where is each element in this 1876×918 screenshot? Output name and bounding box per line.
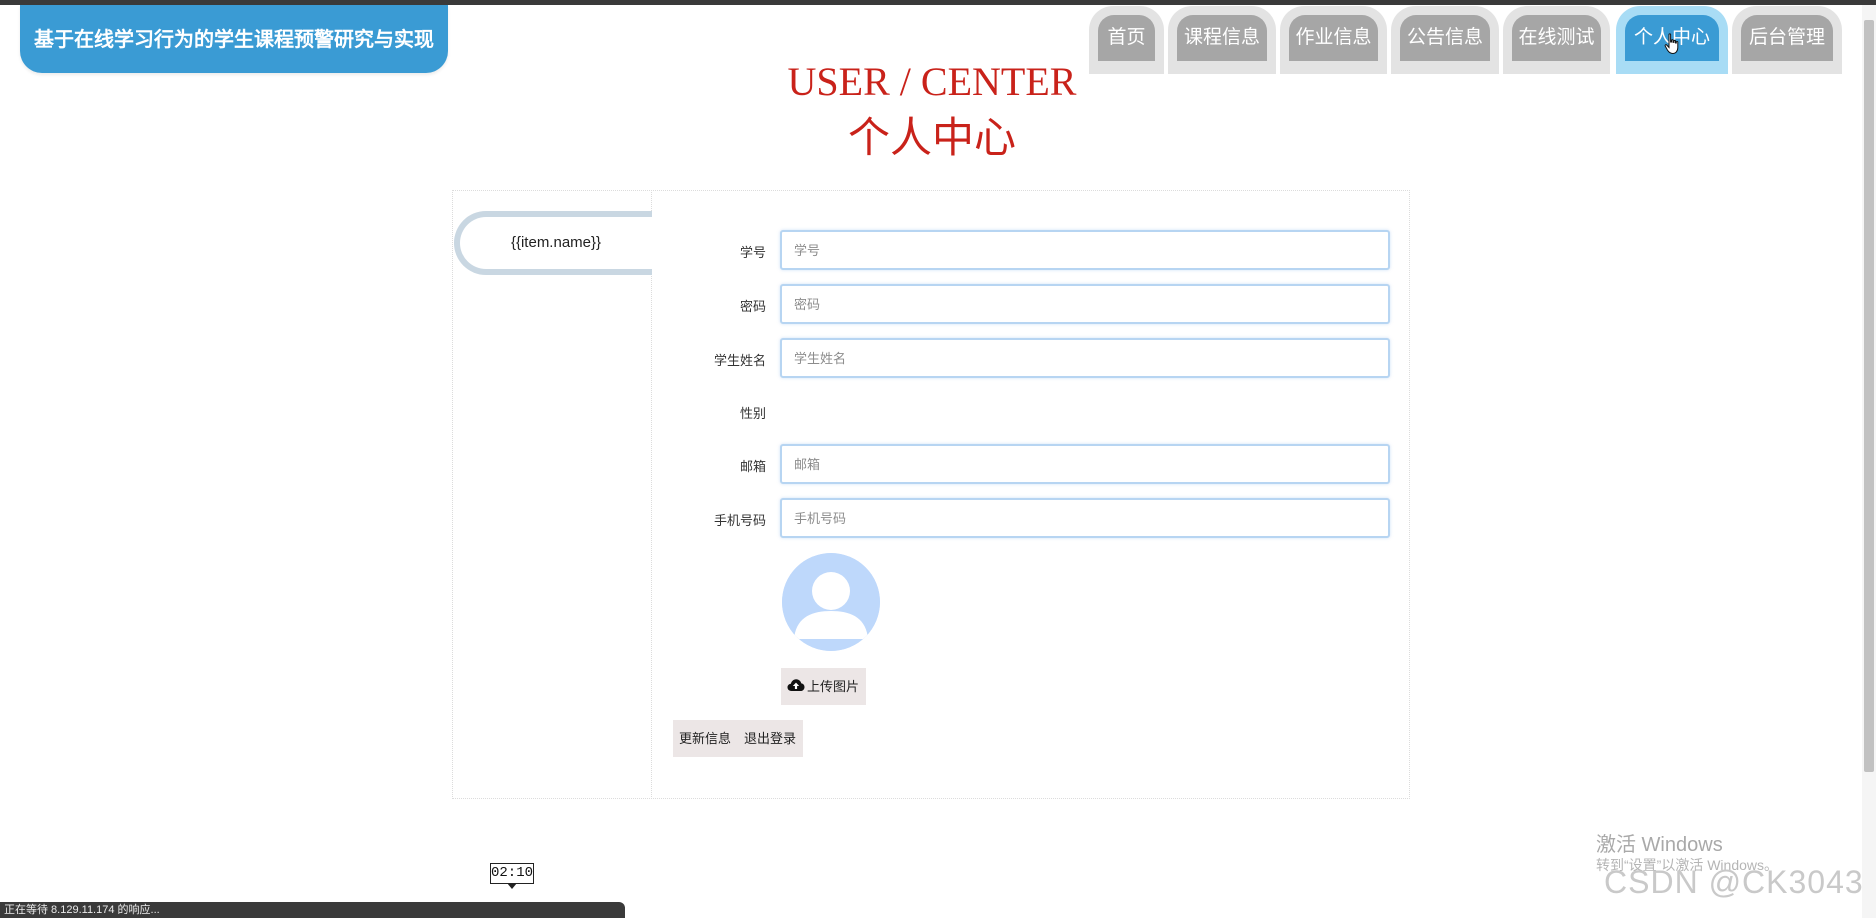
phone-input[interactable] xyxy=(780,498,1390,538)
student-id-label: 学号 xyxy=(739,245,766,260)
sidebar-item[interactable]: {{item.name}} xyxy=(454,211,652,275)
cloud-upload-icon xyxy=(787,669,805,706)
nav-tab-label: 后台管理 xyxy=(1741,15,1833,61)
nav-tab-label: 课程信息 xyxy=(1177,15,1267,61)
nav-tab-label: 作业信息 xyxy=(1289,15,1378,61)
logout-button[interactable]: 退出登录 xyxy=(744,720,796,757)
upload-image-button[interactable]: 上传图片 xyxy=(781,668,866,705)
update-info-button[interactable]: 更新信息 xyxy=(679,720,731,757)
timer-badge: 02:10 xyxy=(490,863,534,884)
email-input[interactable] xyxy=(780,444,1390,484)
nav-tab-label: 首页 xyxy=(1098,15,1155,61)
scrollbar-thumb[interactable] xyxy=(1864,20,1874,772)
user-silhouette-icon xyxy=(782,553,880,651)
password-label: 密码 xyxy=(739,299,766,314)
student-name-input[interactable] xyxy=(780,338,1390,378)
form-actions: 更新信息 退出登录 xyxy=(673,720,803,757)
csdn-watermark: CSDN @CK3043 xyxy=(1604,864,1864,900)
windows-activation-title: 激活 Windows xyxy=(1596,834,1723,856)
avatar xyxy=(782,553,880,651)
browser-status-bar: 正在等待 8.129.11.174 的响应... xyxy=(0,902,625,918)
page-title-en: USER / CENTER xyxy=(787,59,1077,104)
email-label: 邮箱 xyxy=(739,459,766,474)
upload-label: 上传图片 xyxy=(807,679,860,694)
timer-tail xyxy=(507,883,517,889)
content-panel xyxy=(452,190,1410,799)
hand-pointer-icon xyxy=(1664,33,1680,60)
nav-tab-label: 公告信息 xyxy=(1400,15,1490,61)
student-id-input[interactable] xyxy=(780,230,1390,270)
student-name-label: 学生姓名 xyxy=(713,353,766,368)
password-input[interactable] xyxy=(780,284,1390,324)
page-title-zh: 个人中心 xyxy=(847,116,1016,162)
gender-label: 性别 xyxy=(739,406,766,421)
phone-label: 手机号码 xyxy=(713,513,766,528)
nav-tab-label: 在线测试 xyxy=(1512,15,1601,61)
panel-divider xyxy=(651,190,652,799)
